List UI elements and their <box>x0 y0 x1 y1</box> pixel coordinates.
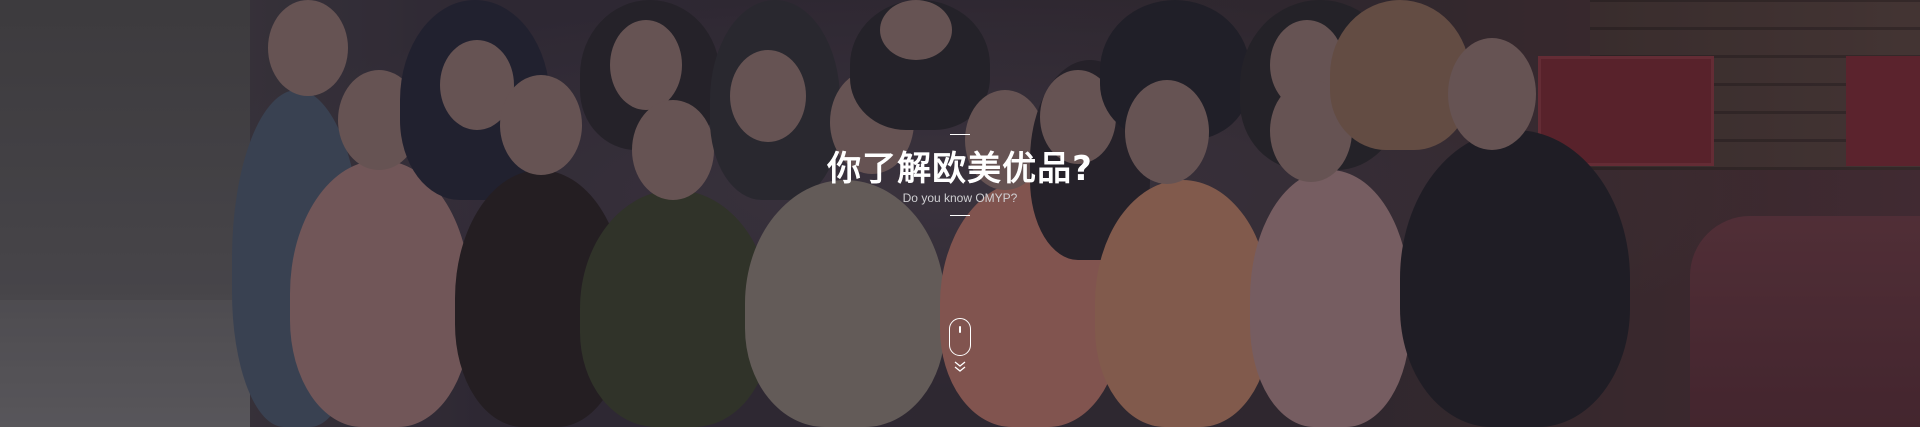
banner-subtitle: Do you know OMYP? <box>902 191 1018 205</box>
double-chevron-down-icon <box>954 361 966 372</box>
scroll-down-hint[interactable] <box>948 318 972 374</box>
banner-caption: 你了解欧美优品? Do you know OMYP? <box>0 134 1920 216</box>
top-divider <box>950 134 970 135</box>
banner-title: 你了解欧美优品? <box>827 149 1093 189</box>
mouse-icon <box>949 318 971 356</box>
bottom-divider <box>950 215 970 216</box>
hero-banner: 你了解欧美优品? Do you know OMYP? <box>0 0 1920 427</box>
